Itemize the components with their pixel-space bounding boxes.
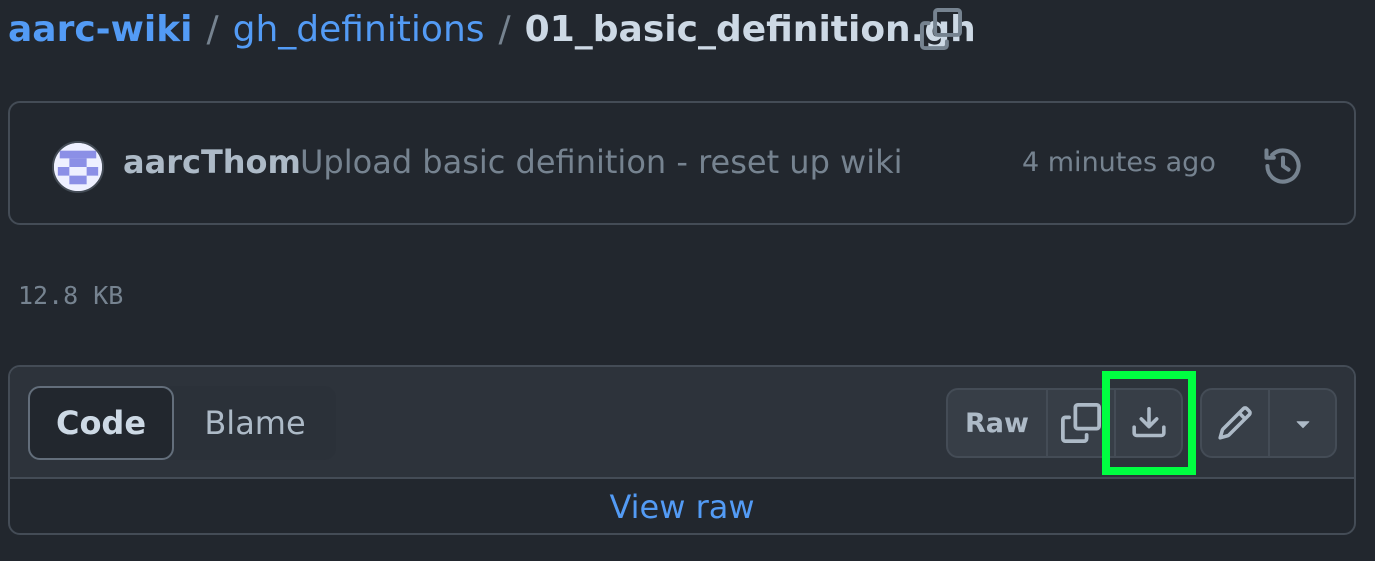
tab-blame[interactable]: Blame [174,386,336,460]
pencil-icon [1218,406,1252,440]
download-raw-file-button[interactable] [1116,390,1181,456]
tab-code[interactable]: Code [28,386,174,460]
history-button[interactable] [1258,141,1308,191]
identicon-avatar-icon [54,143,102,191]
commit-message-link[interactable]: Upload basic definition - reset up wiki [300,143,903,181]
copy-path-button[interactable] [918,6,964,52]
edit-button-group [1200,388,1337,458]
view-raw-link[interactable]: View raw [609,488,754,526]
download-icon [1131,406,1166,438]
triangle-down-icon [1296,421,1309,429]
history-icon [1264,148,1301,184]
copy-raw-content-button[interactable] [1048,390,1116,456]
copy-icon [920,8,962,50]
breadcrumb: aarc-wiki / gh_definitions / 01_basic_de… [8,0,976,58]
view-raw-row: View raw [10,479,1354,533]
commit-timestamp: 4 minutes ago [1022,147,1216,178]
more-edit-options-button[interactable] [1270,390,1335,456]
copy-icon [1061,403,1101,443]
commit-author-link[interactable]: aarcThom [123,143,301,181]
breadcrumb-file-name: 01_basic_definition.gh [524,8,976,50]
breadcrumb-separator: / [498,8,511,50]
breadcrumb-folder-link[interactable]: gh_definitions [233,9,485,50]
breadcrumb-separator: / [206,8,219,50]
view-mode-segmented-control: Code Blame [28,386,336,460]
avatar[interactable] [52,141,104,193]
file-size: 12.8 KB [18,281,124,310]
raw-button[interactable]: Raw [948,390,1048,456]
file-view-panel: Code Blame Raw View raw [8,365,1356,535]
edit-file-button[interactable] [1202,390,1270,456]
latest-commit-box: aarcThom Upload basic definition - reset… [8,101,1356,225]
breadcrumb-repo-link[interactable]: aarc-wiki [8,9,193,50]
file-header-toolbar: Code Blame Raw [10,367,1354,479]
file-actions-button-group: Raw [946,388,1183,458]
